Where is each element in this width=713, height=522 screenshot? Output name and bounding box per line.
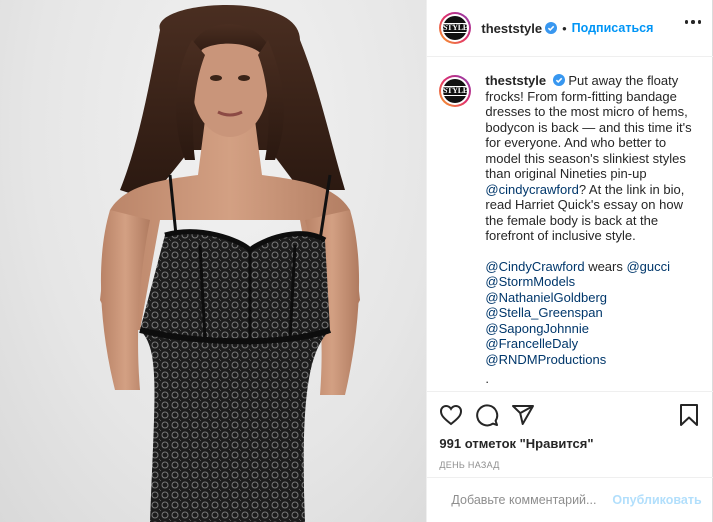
post-timestamp[interactable]: ДЕНЬ НАЗАД — [439, 460, 701, 470]
caption-overflow: . — [485, 371, 490, 386]
instagram-post: STYLE theststyle • Подписаться STYLE the… — [0, 0, 713, 522]
mention-link[interactable]: @gucci — [626, 259, 670, 274]
avatar[interactable]: STYLE — [439, 12, 472, 44]
mention-link[interactable]: @NathanielGoldberg — [485, 290, 701, 306]
mention-link[interactable]: @FrancelleDaly — [485, 336, 701, 352]
separator-dot: • — [562, 20, 567, 36]
more-icon[interactable] — [684, 20, 702, 24]
mention-link[interactable]: @CindyCrawford — [485, 259, 584, 274]
post-actions: 991 отметок "Нравится" ДЕНЬ НАЗАД — [427, 391, 713, 477]
mention-link[interactable]: @cindycrawford — [485, 182, 578, 197]
mention-link[interactable]: @SapongJohnnie — [485, 321, 701, 337]
credits-list: @CindyCrawford wears @gucci @StormModels… — [485, 259, 701, 387]
mention-link[interactable]: @RNDMProductions — [485, 352, 701, 368]
post-header: STYLE theststyle • Подписаться — [427, 0, 713, 57]
share-icon[interactable] — [511, 403, 535, 427]
verified-badge-icon — [552, 74, 565, 86]
post-sidebar: STYLE theststyle • Подписаться STYLE the… — [426, 0, 713, 522]
header-username[interactable]: theststyle — [481, 21, 542, 36]
caption-avatar[interactable]: STYLE — [439, 75, 472, 107]
verified-badge-icon — [545, 22, 558, 34]
caption-area: STYLE theststyle Put away the floaty fro… — [427, 57, 713, 391]
heart-icon[interactable] — [439, 403, 463, 427]
credit-line: @CindyCrawford wears @gucci — [485, 259, 701, 275]
avatar-logo: STYLE — [443, 16, 468, 40]
mention-link[interactable]: @StormModels — [485, 274, 701, 290]
comment-input[interactable] — [451, 493, 613, 507]
comment-icon[interactable] — [475, 403, 499, 427]
credit-wears: wears — [584, 258, 627, 274]
follow-button[interactable]: Подписаться — [572, 21, 654, 35]
caption-body-1: Put away the floaty frocks! From form-fi… — [485, 73, 692, 181]
publish-button[interactable]: Опубликовать — [612, 493, 701, 507]
photo-illustration — [100, 5, 360, 522]
post-photo[interactable] — [0, 0, 427, 522]
mention-link[interactable]: @Stella_Greenspan — [485, 305, 701, 321]
comment-box: Опубликовать — [427, 477, 713, 522]
avatar-logo: STYLE — [443, 79, 468, 103]
caption-text: theststyle Put away the floaty frocks! F… — [485, 73, 701, 387]
bookmark-icon[interactable] — [677, 403, 701, 427]
likes-count[interactable]: 991 отметок "Нравится" — [439, 436, 701, 451]
caption-username[interactable]: theststyle — [485, 73, 546, 88]
